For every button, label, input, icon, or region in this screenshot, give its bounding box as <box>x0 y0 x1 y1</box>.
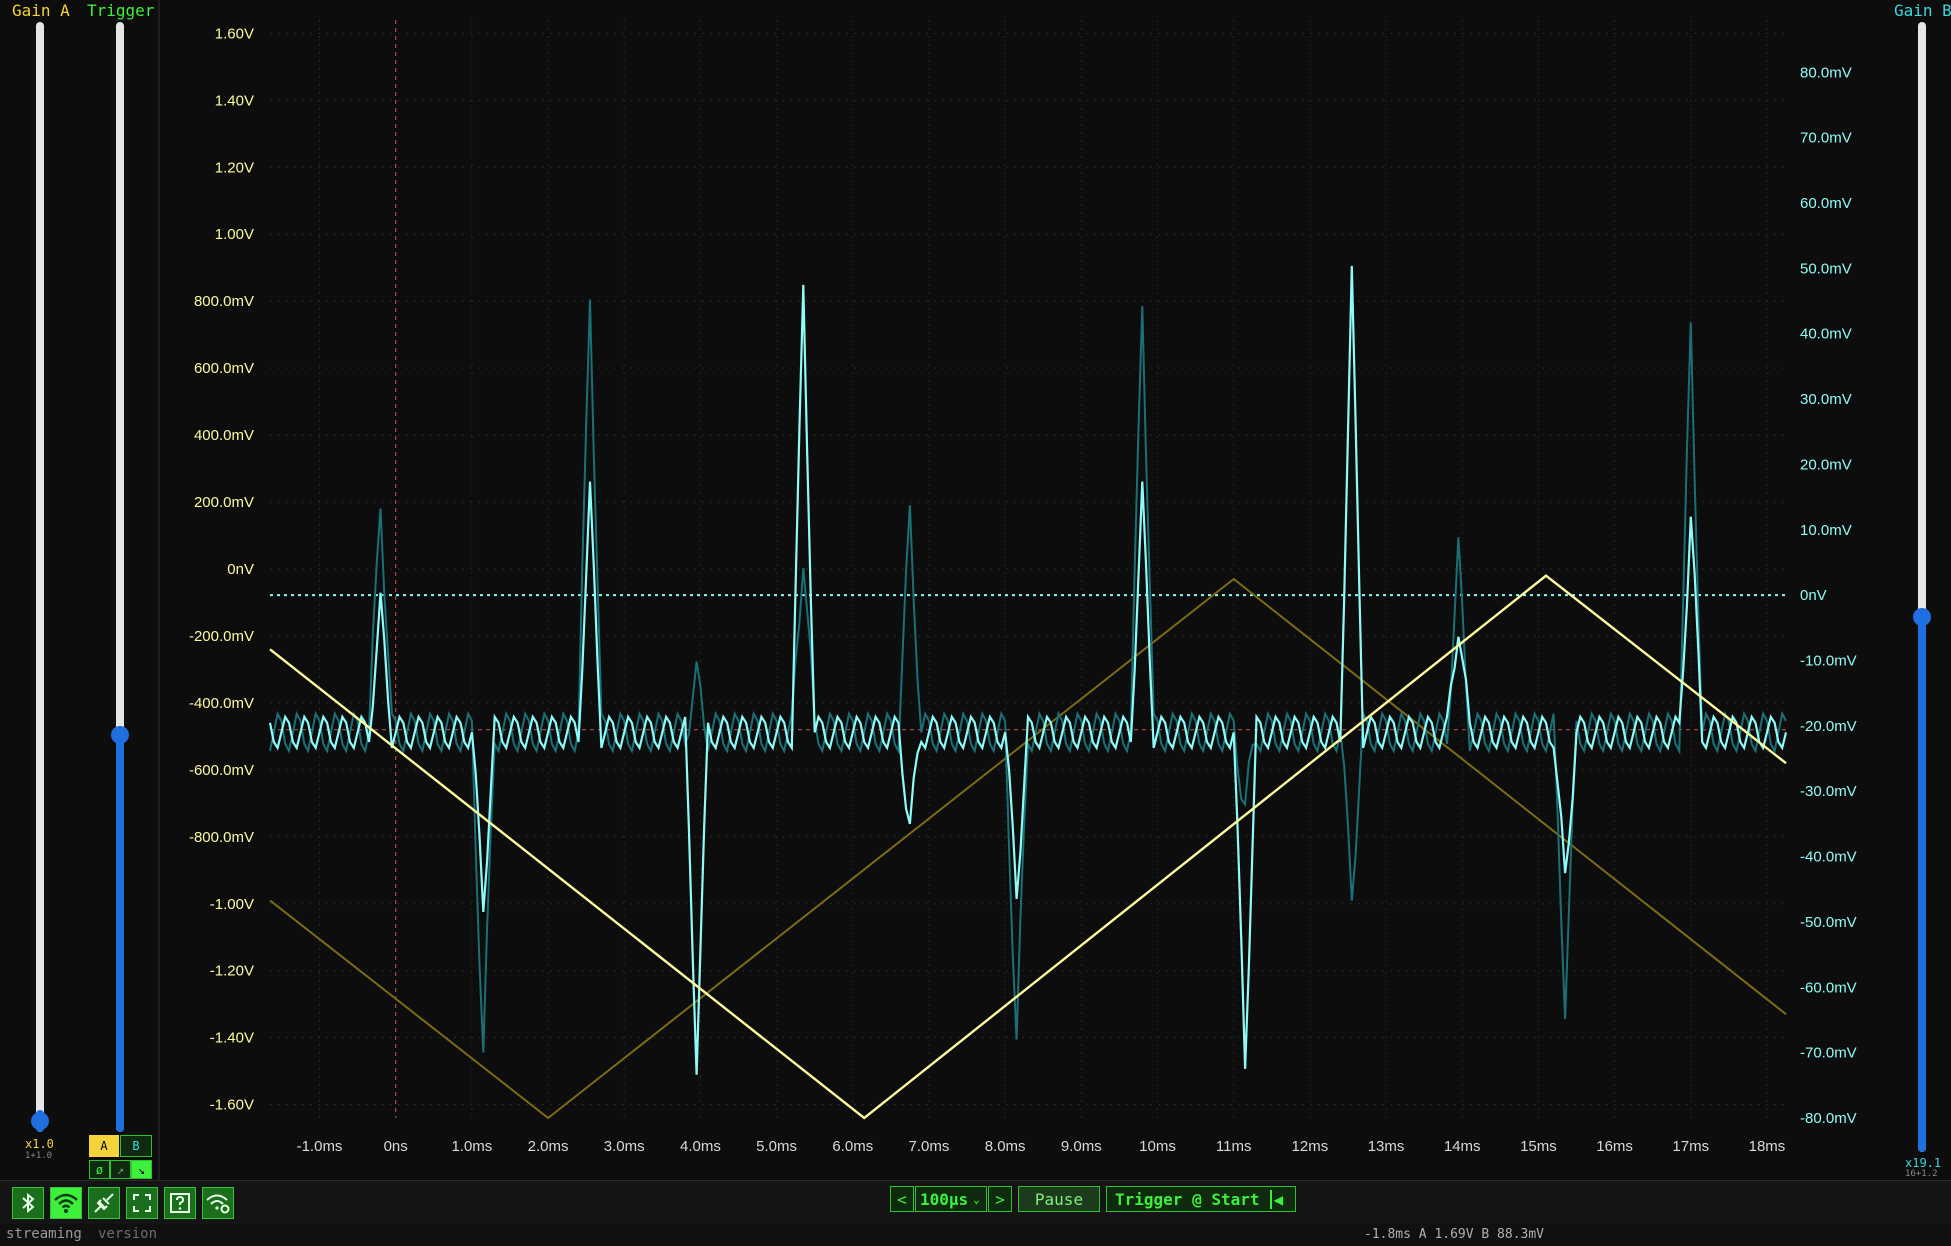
status-bar: streaming version -1.8ms A 1.69V B 88.3m… <box>0 1224 1951 1246</box>
left-axis-tick-label: 0nV <box>227 561 254 578</box>
x-tick-label: 6.0ms <box>832 1138 873 1155</box>
right-axis-tick-label: 70.0mV <box>1800 130 1852 147</box>
help-icon[interactable] <box>164 1187 196 1219</box>
fullscreen-icon[interactable] <box>126 1187 158 1219</box>
left-axis-tick-label: 200.0mV <box>194 494 254 511</box>
trigger-mode-button[interactable]: Trigger @ Start ◀ <box>1106 1186 1296 1212</box>
left-axis-tick-label: -1.60V <box>210 1097 254 1114</box>
trigger-edge-none-button[interactable]: ø <box>89 1160 110 1179</box>
trigger-source-b-button[interactable]: B <box>120 1135 152 1157</box>
x-tick-label: 8.0ms <box>985 1138 1026 1155</box>
x-tick-label: 10ms <box>1139 1138 1176 1155</box>
x-tick-label: 17ms <box>1672 1138 1709 1155</box>
right-axis-tick-label: 20.0mV <box>1800 456 1852 473</box>
gain-b-slider-fill <box>1918 617 1926 1152</box>
trigger-source-a-button[interactable]: A <box>89 1135 119 1157</box>
x-tick-label: 9.0ms <box>1061 1138 1102 1155</box>
gain-b-sub-value: 16+1.2 <box>1905 1169 1938 1179</box>
right-axis-tick-label: 30.0mV <box>1800 391 1852 408</box>
pause-button[interactable]: Pause <box>1018 1186 1100 1212</box>
gain-a-slider-track[interactable] <box>36 22 44 1132</box>
left-axis-tick-label: -600.0mV <box>189 762 254 779</box>
right-axis-tick-label: 10.0mV <box>1800 522 1852 539</box>
x-tick-label: 12ms <box>1292 1138 1329 1155</box>
wifi-settings-icon[interactable] <box>202 1187 234 1219</box>
gain-a-sub-value: 1+1.0 <box>25 1151 53 1161</box>
left-axis-tick-label: -800.0mV <box>189 829 254 846</box>
left-axis-tick-label: 1.00V <box>215 226 254 243</box>
trigger-arrow-icon: ◀ <box>1269 1189 1283 1209</box>
scope-plot[interactable]: -1.0ms 0ns 1.0ms 2.0ms 3.0ms 4.0ms 5.0ms 6.0ms 7… <box>162 0 1888 1180</box>
trigger-slider-thumb[interactable] <box>111 726 129 744</box>
right-axis-tick-label: -70.0mV <box>1800 1045 1857 1062</box>
gain-a-value: x1.0 <box>25 1137 54 1151</box>
plot-background <box>162 0 1888 1180</box>
gain-b-value: x19.1 <box>1905 1156 1942 1170</box>
x-tick-label: 15ms <box>1520 1138 1557 1155</box>
left-axis-tick-label: 400.0mV <box>194 427 254 444</box>
right-axis-tick-label: -40.0mV <box>1800 849 1857 866</box>
left-axis-tick-label: 800.0mV <box>194 293 254 310</box>
right-axis-tick-label: 50.0mV <box>1800 260 1852 277</box>
gain-b-label: Gain B <box>1894 1 1951 20</box>
x-tick-label: 4.0ms <box>680 1138 721 1155</box>
left-axis-tick-label: 1.40V <box>215 92 254 109</box>
x-tick-label: 18ms <box>1749 1138 1786 1155</box>
x-tick-label: 14ms <box>1444 1138 1481 1155</box>
right-axis-tick-label: 80.0mV <box>1800 64 1852 81</box>
chevron-down-icon: ⌄ <box>973 1192 980 1206</box>
x-tick-label: 16ms <box>1596 1138 1633 1155</box>
left-panel-divider <box>158 0 160 1180</box>
x-tick-label: 0ns <box>384 1138 408 1155</box>
trigger-slider-fill <box>116 735 124 1132</box>
left-axis-tick-label: -1.00V <box>210 896 254 913</box>
serial-connect-icon[interactable] <box>88 1187 120 1219</box>
bluetooth-icon[interactable] <box>12 1187 44 1219</box>
version-label: version <box>98 1226 158 1242</box>
x-tick-label: 1.0ms <box>451 1138 492 1155</box>
right-axis-tick-label: -80.0mV <box>1800 1110 1857 1127</box>
gain-a-label: Gain A <box>12 1 70 20</box>
right-axis-tick-label: -50.0mV <box>1800 914 1857 931</box>
bottom-toolbar: < 100µs ⌄ > Pause Trigger @ Start ◀ <box>0 1180 1951 1225</box>
trigger-edge-rising-button[interactable]: ↗ <box>110 1160 131 1179</box>
gain-b-slider-thumb[interactable] <box>1913 608 1931 626</box>
left-axis-tick-label: -1.20V <box>210 963 254 980</box>
left-axis-tick-label: -400.0mV <box>189 695 254 712</box>
x-tick-label: 5.0ms <box>756 1138 797 1155</box>
timebase-prev-button[interactable]: < <box>890 1186 914 1212</box>
left-axis-tick-label: 600.0mV <box>194 360 254 377</box>
trigger-edge-falling-button[interactable]: ↘ <box>131 1160 152 1179</box>
timebase-select[interactable]: 100µs ⌄ <box>915 1186 987 1212</box>
x-tick-label: 2.0ms <box>528 1138 569 1155</box>
left-axis-tick-label: -200.0mV <box>189 628 254 645</box>
right-axis-tick-label: -30.0mV <box>1800 783 1857 800</box>
right-axis-tick-label: 0nV <box>1800 587 1827 604</box>
x-tick-label: 13ms <box>1368 1138 1405 1155</box>
connection-status: streaming <box>6 1226 82 1242</box>
trigger-label: Trigger <box>87 1 155 20</box>
wifi-icon[interactable] <box>50 1187 82 1219</box>
gain-a-slider-thumb[interactable] <box>31 1112 49 1130</box>
x-tick-label: 7.0ms <box>909 1138 950 1155</box>
timebase-value: 100µs <box>920 1189 969 1209</box>
cursor-readout: -1.8ms A 1.69V B 88.3mV <box>1364 1227 1545 1242</box>
right-axis-tick-label: -10.0mV <box>1800 653 1857 670</box>
x-tick-label: 11ms <box>1216 1138 1252 1155</box>
right-axis-tick-label: 60.0mV <box>1800 195 1852 212</box>
trigger-mode-label: Trigger @ Start <box>1115 1189 1260 1209</box>
right-axis-tick-label: 40.0mV <box>1800 326 1852 343</box>
right-axis-tick-label: -60.0mV <box>1800 979 1857 996</box>
right-axis-tick-label: -20.0mV <box>1800 718 1857 735</box>
x-tick-label: -1.0ms <box>297 1138 343 1155</box>
left-axis-tick-label: -1.40V <box>210 1030 254 1047</box>
left-axis-tick-label: 1.60V <box>215 25 254 42</box>
left-axis-tick-label: 1.20V <box>215 159 254 176</box>
timebase-next-button[interactable]: > <box>988 1186 1012 1212</box>
x-tick-label: 3.0ms <box>604 1138 645 1155</box>
oscilloscope-app: Gain A x1.0 1+1.0 Trigger A B ø ↗ ↘ -1.0… <box>0 0 1951 1246</box>
